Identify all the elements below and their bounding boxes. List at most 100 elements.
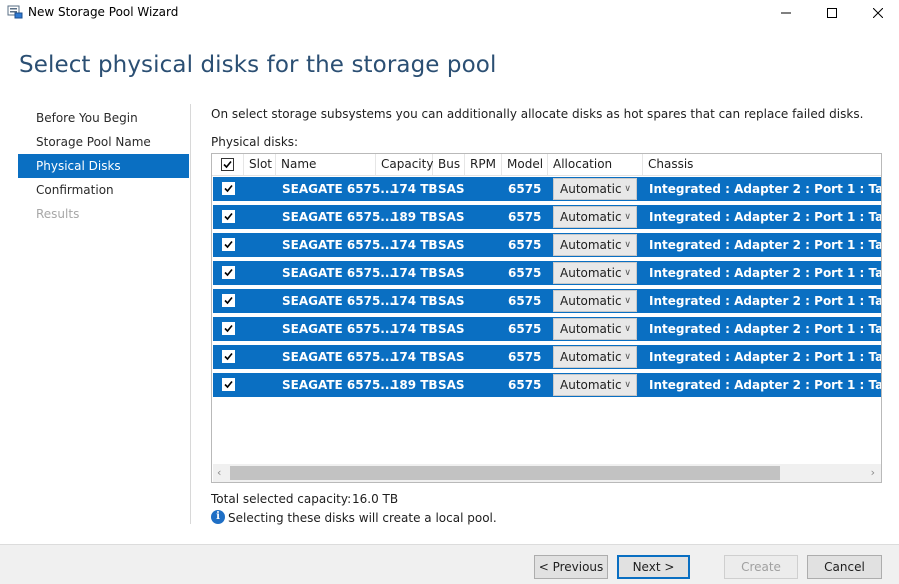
cell-name: SEAGATE 6575... — [282, 182, 394, 196]
table-row[interactable]: SEAGATE 6575... 174 TB SAS 6575 Automati… — [213, 289, 881, 313]
cell-name: SEAGATE 6575... — [282, 322, 394, 336]
create-button: Create — [724, 555, 798, 579]
nav-divider — [190, 104, 191, 524]
cell-name: SEAGATE 6575... — [282, 294, 394, 308]
table-row[interactable]: SEAGATE 6575... 174 TB SAS 6575 Automati… — [213, 317, 881, 341]
cell-chassis: Integrated : Adapter 2 : Port 1 : Target… — [649, 238, 881, 252]
allocation-dropdown[interactable]: Automatic ∨ — [553, 262, 637, 284]
cell-chassis: Integrated : Adapter 2 : Port 1 : Target… — [649, 378, 881, 392]
cell-model: 6575 — [508, 182, 542, 196]
table-row[interactable]: SEAGATE 6575... 174 TB SAS 6575 Automati… — [213, 261, 881, 285]
maximize-button[interactable] — [809, 0, 855, 26]
cell-model: 6575 — [508, 378, 542, 392]
title-bar: New Storage Pool Wizard — [0, 0, 899, 26]
allocation-dropdown[interactable]: Automatic ∨ — [553, 374, 637, 396]
allocation-dropdown[interactable]: Automatic ∨ — [553, 234, 637, 256]
allocation-dropdown[interactable]: Automatic ∨ — [553, 206, 637, 228]
chevron-down-icon: ∨ — [624, 212, 631, 222]
cell-model: 6575 — [508, 294, 542, 308]
cell-bus: SAS — [438, 350, 465, 364]
total-capacity-value: 16.0 TB — [352, 492, 399, 506]
cell-bus: SAS — [438, 378, 465, 392]
nav-item-confirmation[interactable]: Confirmation — [18, 178, 189, 202]
row-checkbox[interactable] — [222, 378, 235, 391]
cancel-button[interactable]: Cancel — [807, 555, 882, 579]
wizard-nav: Before You Begin Storage Pool Name Physi… — [18, 106, 189, 226]
col-header-capacity[interactable]: Capacity — [376, 154, 433, 175]
cell-model: 6575 — [508, 238, 542, 252]
scroll-left-icon[interactable]: ‹ — [217, 466, 221, 479]
cell-name: SEAGATE 6575... — [282, 378, 394, 392]
row-checkbox[interactable] — [222, 182, 235, 195]
cell-bus: SAS — [438, 238, 465, 252]
col-header-allocation[interactable]: Allocation — [548, 154, 643, 175]
nav-item-storage-pool-name[interactable]: Storage Pool Name — [18, 130, 189, 154]
previous-button[interactable]: < Previous — [534, 555, 608, 579]
nav-item-physical-disks[interactable]: Physical Disks — [18, 154, 189, 178]
cell-model: 6575 — [508, 322, 542, 336]
info-message: Selecting these disks will create a loca… — [228, 511, 497, 525]
col-header-chassis[interactable]: Chassis — [643, 154, 881, 175]
table-row[interactable]: SEAGATE 6575... 174 TB SAS 6575 Automati… — [213, 177, 881, 201]
row-checkbox[interactable] — [222, 210, 235, 223]
row-checkbox[interactable] — [222, 350, 235, 363]
nav-item-before-you-begin[interactable]: Before You Begin — [18, 106, 189, 130]
row-checkbox[interactable] — [222, 322, 235, 335]
col-header-model[interactable]: Model — [502, 154, 548, 175]
grid-header: Slot Name Capacity Bus RPM Model Allocat… — [212, 154, 881, 176]
total-capacity-label: Total selected capacity: — [211, 492, 352, 506]
info-icon: i — [211, 510, 225, 524]
chevron-down-icon: ∨ — [624, 296, 631, 306]
table-row[interactable]: SEAGATE 6575... 189 TB SAS 6575 Automati… — [213, 205, 881, 229]
allocation-value: Automatic — [560, 182, 622, 196]
cell-bus: SAS — [438, 294, 465, 308]
allocation-value: Automatic — [560, 294, 622, 308]
cell-capacity: 174 TB — [391, 266, 438, 280]
storage-pool-app-icon — [7, 5, 23, 19]
allocation-dropdown[interactable]: Automatic ∨ — [553, 346, 637, 368]
horizontal-scrollbar[interactable]: ‹ › — [213, 464, 881, 482]
col-header-rpm[interactable]: RPM — [465, 154, 502, 175]
minimize-icon — [781, 8, 791, 18]
cell-chassis: Integrated : Adapter 2 : Port 1 : Target… — [649, 322, 881, 336]
minimize-button[interactable] — [763, 0, 809, 26]
table-row[interactable]: SEAGATE 6575... 189 TB SAS 6575 Automati… — [213, 373, 881, 397]
window-title: New Storage Pool Wizard — [28, 5, 179, 19]
cell-capacity: 174 TB — [391, 238, 438, 252]
col-header-slot[interactable]: Slot — [244, 154, 276, 175]
cell-capacity: 174 TB — [391, 182, 438, 196]
table-row[interactable]: SEAGATE 6575... 174 TB SAS 6575 Automati… — [213, 233, 881, 257]
allocation-dropdown[interactable]: Automatic ∨ — [553, 178, 637, 200]
scrollbar-thumb[interactable] — [230, 466, 780, 480]
col-header-bus[interactable]: Bus — [433, 154, 465, 175]
cell-name: SEAGATE 6575... — [282, 210, 394, 224]
col-header-name[interactable]: Name — [276, 154, 376, 175]
table-row[interactable]: SEAGATE 6575... 174 TB SAS 6575 Automati… — [213, 345, 881, 369]
allocation-value: Automatic — [560, 266, 622, 280]
cell-bus: SAS — [438, 210, 465, 224]
next-button[interactable]: Next > — [617, 555, 690, 579]
cell-capacity: 174 TB — [391, 294, 438, 308]
nav-item-results: Results — [36, 207, 80, 221]
row-checkbox[interactable] — [222, 238, 235, 251]
allocation-value: Automatic — [560, 238, 622, 252]
row-checkbox[interactable] — [222, 294, 235, 307]
cell-model: 6575 — [508, 210, 542, 224]
chevron-down-icon: ∨ — [624, 184, 631, 194]
chevron-down-icon: ∨ — [624, 380, 631, 390]
chevron-down-icon: ∨ — [624, 352, 631, 362]
select-all-header — [212, 154, 244, 175]
chevron-down-icon: ∨ — [624, 240, 631, 250]
allocation-dropdown[interactable]: Automatic ∨ — [553, 290, 637, 312]
allocation-value: Automatic — [560, 322, 622, 336]
select-all-checkbox[interactable] — [221, 158, 234, 171]
cell-bus: SAS — [438, 266, 465, 280]
cell-chassis: Integrated : Adapter 2 : Port 1 : Target… — [649, 210, 881, 224]
scroll-right-icon[interactable]: › — [871, 466, 875, 479]
close-button[interactable] — [855, 0, 899, 26]
row-checkbox[interactable] — [222, 266, 235, 279]
allocation-value: Automatic — [560, 378, 622, 392]
close-icon — [873, 8, 883, 18]
allocation-dropdown[interactable]: Automatic ∨ — [553, 318, 637, 340]
cell-capacity: 189 TB — [391, 210, 438, 224]
